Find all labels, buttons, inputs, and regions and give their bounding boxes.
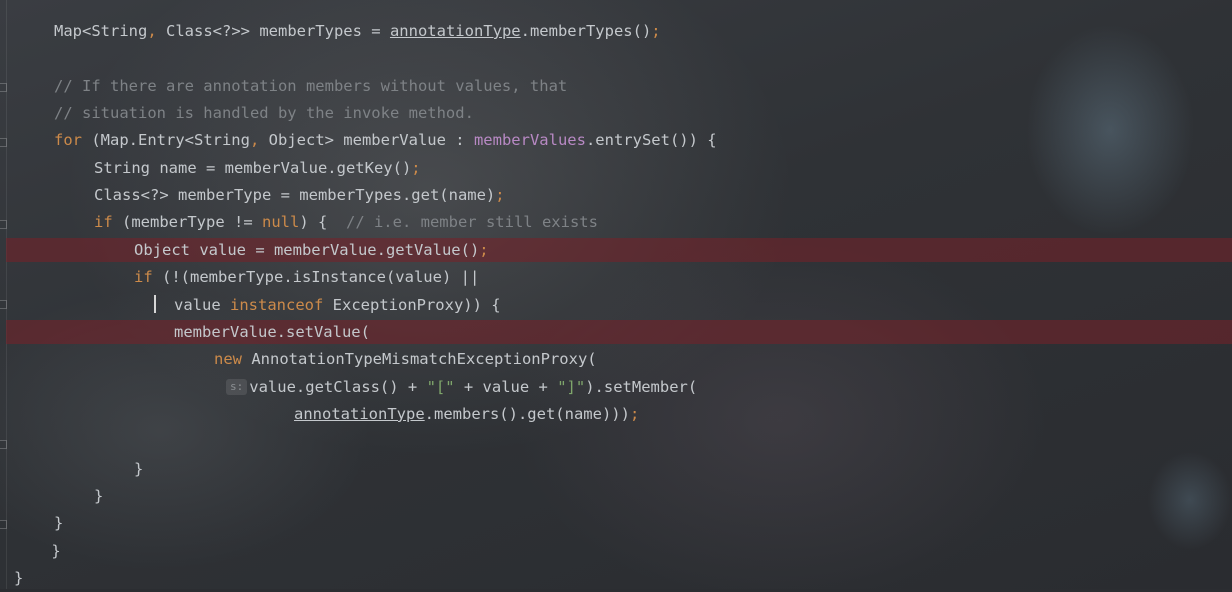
code-token: ExceptionProxy)) {: [323, 295, 501, 314]
code-line[interactable]: // situation is handled by the invoke me…: [54, 100, 474, 127]
code-line[interactable]: }: [14, 565, 23, 592]
code-token: value: [174, 295, 230, 314]
text-cursor: [154, 294, 156, 313]
code-token: .members().get(name))): [424, 404, 630, 423]
code-line[interactable]: memberValue.setValue(: [174, 319, 370, 346]
code-token: new: [214, 350, 242, 369]
code-line[interactable]: new AnnotationTypeMismatchExceptionProxy…: [214, 346, 597, 373]
code-token: ;: [651, 22, 661, 40]
code-token: .entrySet()) {: [585, 131, 717, 150]
code-line[interactable]: for (Map.Entry<String, Object> memberVal…: [54, 127, 717, 154]
code-token: // situation is handled by the invoke me…: [54, 104, 474, 123]
code-token: if: [94, 213, 113, 232]
code-token: memberValues: [473, 131, 586, 150]
code-token: ;: [479, 240, 489, 259]
code-token: String name = memberValue.getKey(): [94, 158, 412, 177]
code-line[interactable]: s: value.getClass() + "[" + value + "]").…: [226, 374, 697, 401]
code-line[interactable]: // If there are annotation members witho…: [54, 73, 567, 100]
parameter-name-hint: s:: [226, 378, 248, 395]
code-editor[interactable]: Map<String, Class<?>> memberTypes = anno…: [0, 0, 1232, 589]
code-token: instanceof: [230, 295, 324, 314]
code-token: Object> memberValue :: [268, 131, 474, 150]
code-token: annotationType: [389, 22, 521, 40]
code-token: Class<?> memberType = memberTypes.get(na…: [94, 186, 496, 205]
code-token: memberValue.setValue(: [174, 322, 370, 341]
code-token: }: [14, 569, 24, 587]
code-token: + value +: [454, 377, 558, 396]
code-line[interactable]: }: [54, 510, 63, 537]
code-token: (memberType !=: [112, 213, 262, 232]
code-line[interactable]: if (memberType != null) { // i.e. member…: [94, 209, 598, 236]
code-token: }: [14, 541, 61, 560]
code-token: "]": [557, 377, 586, 396]
code-token: ,: [147, 22, 166, 40]
code-token: (Map.Entry<String: [82, 131, 250, 150]
code-token: (!(memberType.isInstance(value) ||: [152, 268, 480, 287]
code-line[interactable]: }: [14, 538, 61, 565]
code-token: Class<?>> memberTypes =: [166, 22, 390, 40]
code-token: ) {: [299, 213, 346, 232]
code-line[interactable]: Map<String, Class<?>> memberTypes = anno…: [54, 18, 661, 45]
code-token: ,: [249, 131, 269, 150]
code-line[interactable]: Class<?> memberType = memberTypes.get(na…: [94, 182, 505, 209]
code-token: ).setMember(: [585, 377, 698, 396]
code-line[interactable]: }: [134, 456, 143, 483]
code-token: }: [134, 459, 144, 478]
code-line[interactable]: value instanceof ExceptionProxy)) {: [154, 292, 501, 319]
code-token: // If there are annotation members witho…: [54, 76, 568, 95]
code-token: annotationType: [294, 404, 425, 423]
code-token: ;: [411, 158, 421, 177]
code-token: null: [261, 213, 300, 232]
code-line[interactable]: if (!(memberType.isInstance(value) ||: [134, 264, 479, 291]
code-line[interactable]: annotationType.members().get(name)));: [294, 401, 639, 428]
code-token: }: [94, 486, 104, 505]
code-token: "[": [426, 377, 455, 396]
code-token: }: [54, 514, 64, 533]
code-token: Object value = memberValue.getValue(): [134, 240, 480, 259]
code-token: ;: [495, 186, 505, 205]
code-line[interactable]: Object value = memberValue.getValue();: [134, 237, 489, 264]
code-token: AnnotationTypeMismatchExceptionProxy(: [242, 350, 597, 369]
code-line[interactable]: }: [94, 483, 103, 510]
code-token: // i.e. member still exists: [345, 213, 598, 232]
code-token: for: [54, 131, 82, 150]
code-token: ;: [629, 404, 640, 423]
code-token: value.getClass() +: [249, 377, 427, 396]
code-token: Map<String: [54, 22, 148, 40]
code-line[interactable]: String name = memberValue.getKey();: [94, 155, 421, 182]
code-token: .memberTypes(): [520, 22, 652, 40]
code-token: if: [134, 268, 153, 287]
